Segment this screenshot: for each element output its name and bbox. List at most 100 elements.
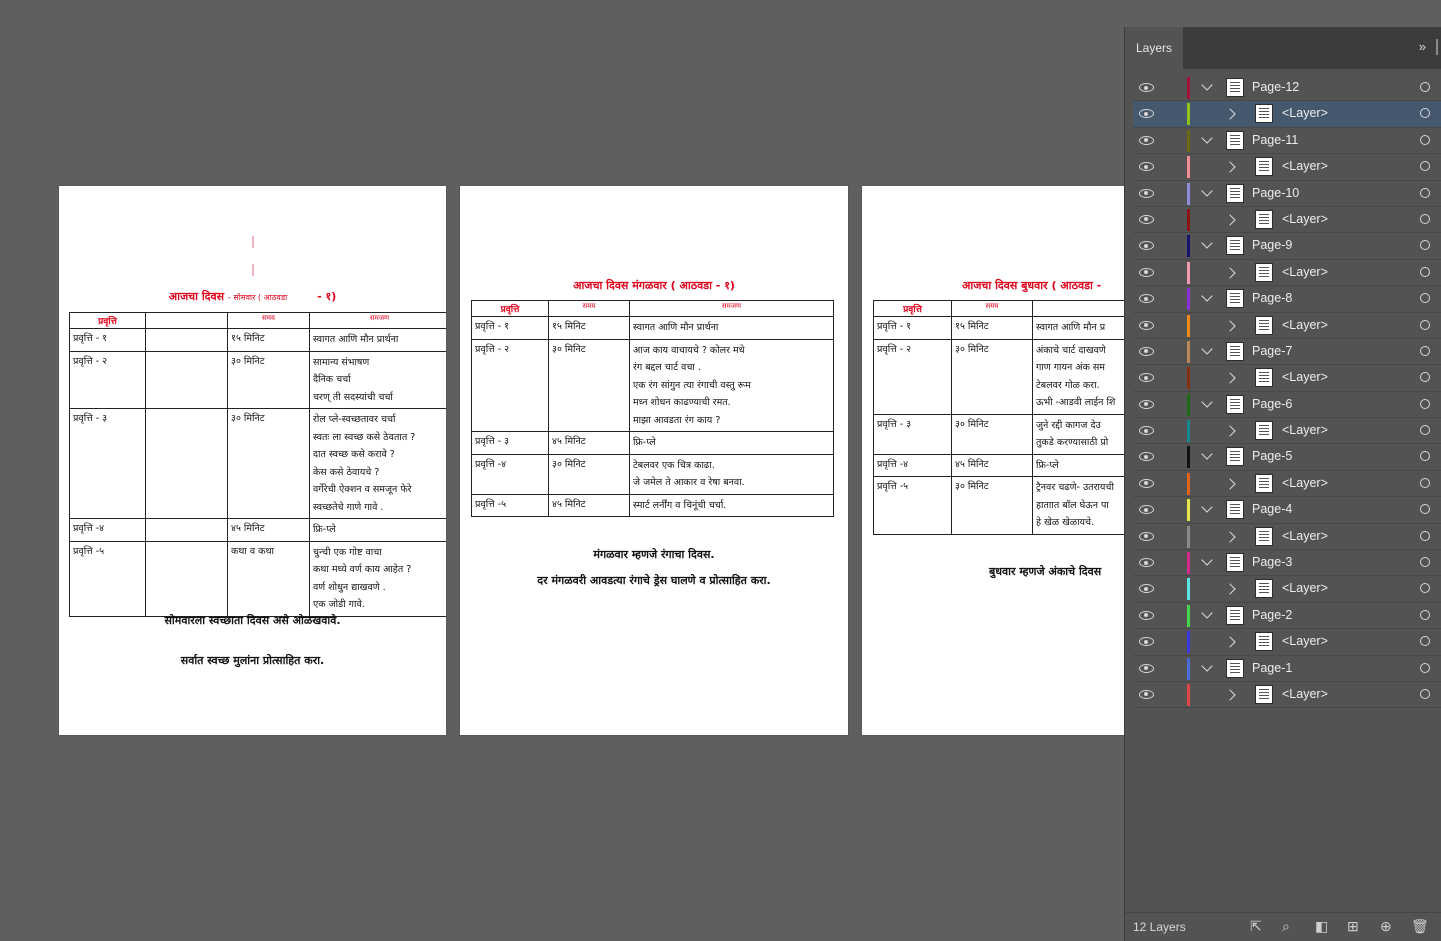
sublayer-row[interactable]: <Layer> <box>1133 101 1441 128</box>
target-circle-icon[interactable] <box>1420 688 1430 699</box>
visibility-eye-icon[interactable] <box>1139 373 1154 383</box>
expand-chevron-icon[interactable] <box>1224 636 1236 648</box>
collapse-chevron-icon[interactable] <box>1201 237 1213 250</box>
target-circle-icon[interactable] <box>1420 82 1430 92</box>
target-circle-icon[interactable] <box>1420 187 1430 198</box>
target-circle-icon[interactable] <box>1420 372 1430 383</box>
layer-name[interactable]: <Layer> <box>1282 423 1328 437</box>
sublayer-row[interactable]: <Layer> <box>1133 682 1441 709</box>
visibility-eye-icon[interactable] <box>1139 663 1154 673</box>
target-circle-icon[interactable] <box>1420 108 1430 119</box>
collapse-chevron-icon[interactable] <box>1201 184 1213 197</box>
visibility-eye-icon[interactable] <box>1139 346 1154 356</box>
layer-name[interactable]: Page-11 <box>1252 133 1298 147</box>
layer-name[interactable]: Page-4 <box>1252 502 1292 516</box>
sublayer-row[interactable]: <Layer> <box>1133 207 1441 234</box>
target-circle-icon[interactable] <box>1420 609 1430 620</box>
target-circle-icon[interactable] <box>1420 266 1430 277</box>
layer-name[interactable]: <Layer> <box>1282 687 1328 701</box>
make-clipping-mask-icon[interactable]: ◧ <box>1315 918 1328 935</box>
visibility-eye-icon[interactable] <box>1139 610 1154 620</box>
layer-name[interactable]: Page-8 <box>1252 291 1292 305</box>
collapse-chevron-icon[interactable] <box>1201 554 1213 566</box>
layer-name[interactable]: <Layer> <box>1282 370 1328 384</box>
expand-chevron-icon[interactable] <box>1224 161 1236 173</box>
visibility-eye-icon[interactable] <box>1139 426 1154 436</box>
visibility-eye-icon[interactable] <box>1139 294 1154 304</box>
layer-name[interactable]: <Layer> <box>1282 159 1328 173</box>
sublayer-row[interactable]: <Layer> <box>1133 524 1441 551</box>
artboard-middle[interactable]: आजचा दिवस मंगळवार ( आठवडा - १) प्रवृत्ति… <box>460 186 848 735</box>
expand-chevron-icon[interactable] <box>1224 583 1236 596</box>
sublayer-row[interactable]: <Layer> <box>1133 576 1441 603</box>
sublayer-row[interactable]: <Layer> <box>1133 471 1441 498</box>
layer-name[interactable]: <Layer> <box>1282 318 1328 332</box>
layer-name[interactable]: <Layer> <box>1282 212 1328 226</box>
sublayer-row[interactable]: <Layer> <box>1133 418 1441 445</box>
layer-row[interactable]: Page-10 <box>1133 181 1441 207</box>
sublayer-row[interactable]: <Layer> <box>1133 260 1441 287</box>
target-circle-icon[interactable] <box>1420 662 1430 673</box>
target-circle-icon[interactable] <box>1420 583 1430 594</box>
sublayer-row[interactable]: <Layer> <box>1133 154 1441 181</box>
target-circle-icon[interactable] <box>1420 425 1430 436</box>
layer-name[interactable]: Page-12 <box>1252 80 1299 94</box>
layer-row[interactable]: Page-6 <box>1133 392 1441 419</box>
target-circle-icon[interactable] <box>1420 398 1430 409</box>
visibility-eye-icon[interactable] <box>1139 399 1154 409</box>
visibility-eye-icon[interactable] <box>1139 637 1154 647</box>
layer-name[interactable]: <Layer> <box>1282 476 1328 490</box>
new-sublayer-icon[interactable]: ⊞ <box>1347 918 1359 935</box>
layer-row[interactable]: Page-7 <box>1133 339 1441 366</box>
delete-layer-icon[interactable]: 🗑 <box>1411 918 1429 935</box>
layers-panel[interactable]: Layers » Page-12 <Layer> Page-11 <Layer> Pag… <box>1124 27 1441 941</box>
sublayer-row[interactable]: <Layer> <box>1133 313 1441 339</box>
expand-chevron-icon[interactable] <box>1224 689 1236 701</box>
layer-name[interactable]: Page-2 <box>1252 608 1292 622</box>
target-circle-icon[interactable] <box>1420 477 1430 488</box>
collapse-chevron-icon[interactable] <box>1201 396 1213 408</box>
target-circle-icon[interactable] <box>1420 451 1430 462</box>
layers-tab[interactable]: Layers <box>1125 27 1183 69</box>
locate-object-icon[interactable]: ⌕ <box>1282 918 1290 935</box>
target-circle-icon[interactable] <box>1420 213 1430 224</box>
layer-row[interactable]: Page-2 <box>1133 603 1441 630</box>
layer-name[interactable]: <Layer> <box>1282 634 1328 648</box>
visibility-eye-icon[interactable] <box>1139 83 1154 92</box>
layer-row[interactable]: Page-1 <box>1133 656 1441 682</box>
layer-name[interactable]: Page-7 <box>1252 344 1292 358</box>
collapse-panel-icon[interactable]: » <box>1419 39 1426 54</box>
collapse-chevron-icon[interactable] <box>1201 290 1213 302</box>
layer-name[interactable]: Page-3 <box>1252 555 1292 569</box>
expand-chevron-icon[interactable] <box>1224 108 1236 121</box>
layer-name[interactable]: Page-9 <box>1252 238 1292 252</box>
collapse-chevron-icon[interactable] <box>1201 448 1213 461</box>
layer-name[interactable]: <Layer> <box>1282 529 1328 543</box>
layer-name[interactable]: Page-5 <box>1252 449 1292 463</box>
layer-row[interactable]: Page-11 <box>1133 128 1441 155</box>
sublayer-row[interactable]: <Layer> <box>1133 629 1441 656</box>
target-circle-icon[interactable] <box>1420 319 1430 330</box>
expand-chevron-icon[interactable] <box>1224 267 1236 279</box>
collapse-chevron-icon[interactable] <box>1201 501 1213 513</box>
layer-row[interactable]: Page-3 <box>1133 550 1441 577</box>
expand-chevron-icon[interactable] <box>1224 372 1236 384</box>
visibility-eye-icon[interactable] <box>1139 135 1154 145</box>
layer-name[interactable]: <Layer> <box>1282 581 1328 595</box>
layer-row[interactable]: Page-12 <box>1133 75 1441 102</box>
visibility-eye-icon[interactable] <box>1139 452 1154 462</box>
collect-export-icon[interactable]: ⇱ <box>1250 918 1262 935</box>
layer-row[interactable]: Page-5 <box>1133 444 1441 471</box>
target-circle-icon[interactable] <box>1420 636 1430 647</box>
expand-chevron-icon[interactable] <box>1224 319 1236 332</box>
visibility-eye-icon[interactable] <box>1139 505 1154 515</box>
visibility-eye-icon[interactable] <box>1139 531 1154 541</box>
target-circle-icon[interactable] <box>1420 293 1430 304</box>
artboard-left[interactable]: आजचा दिवस - सोमवार ( आठवडा - १) प्रवृत्त… <box>59 186 446 735</box>
expand-chevron-icon[interactable] <box>1224 425 1236 437</box>
collapse-chevron-icon[interactable] <box>1201 659 1213 672</box>
expand-chevron-icon[interactable] <box>1224 478 1236 490</box>
target-circle-icon[interactable] <box>1420 161 1430 172</box>
visibility-eye-icon[interactable] <box>1139 320 1154 330</box>
target-circle-icon[interactable] <box>1420 240 1430 251</box>
